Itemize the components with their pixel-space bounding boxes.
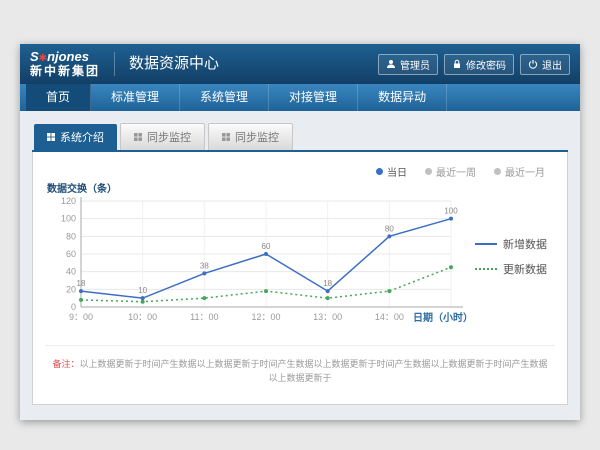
line-sample-icon [475, 243, 497, 245]
nav-item-home[interactable]: 首页 [26, 84, 91, 111]
power-icon [528, 59, 538, 69]
svg-text:120: 120 [61, 196, 76, 206]
svg-text:9：00: 9：00 [69, 312, 93, 322]
app-header: S✱njones 新中新集团 数据资源中心 管理员 修改密码 退出 [20, 44, 580, 84]
svg-text:18: 18 [77, 279, 86, 288]
page-title: 数据资源中心 [114, 52, 219, 76]
footnote: 备注：以上数据更新于时间产生数据以上数据更新于时间产生数据以上数据更新于时间产生… [45, 345, 555, 385]
svg-text:日期（小时）: 日期（小时） [413, 311, 473, 324]
app-window: S✱njones 新中新集团 数据资源中心 管理员 修改密码 退出 首页 标准管… [20, 44, 580, 420]
grid-icon [47, 133, 55, 141]
grid-icon [134, 133, 142, 141]
svg-text:10：00: 10：00 [128, 312, 157, 322]
svg-text:100: 100 [61, 214, 76, 224]
admin-button[interactable]: 管理员 [378, 54, 438, 75]
svg-text:13：00: 13：00 [313, 312, 342, 322]
legend-label: 更新数据 [503, 261, 547, 277]
nav-item-standard-mgmt[interactable]: 标准管理 [91, 84, 180, 111]
svg-text:60: 60 [262, 242, 271, 251]
user-icon [386, 59, 396, 69]
nav-item-connect-mgmt[interactable]: 对接管理 [269, 84, 358, 111]
filter-today[interactable]: 当日 [376, 164, 407, 179]
dot-icon [494, 168, 501, 175]
svg-text:100: 100 [444, 207, 458, 216]
logout-label: 退出 [542, 57, 562, 72]
footnote-text: 以上数据更新于时间产生数据以上数据更新于时间产生数据以上数据更新于时间产生数据以… [80, 359, 548, 383]
dot-icon [425, 168, 432, 175]
svg-text:80: 80 [385, 224, 394, 233]
filter-label: 当日 [387, 164, 407, 179]
svg-text:20: 20 [66, 284, 76, 294]
svg-text:12：00: 12：00 [251, 312, 280, 322]
svg-text:10: 10 [138, 286, 147, 295]
dot-icon [376, 168, 383, 175]
tab-bar: 系统介绍 同步监控 同步监控 [32, 123, 568, 152]
legend-item-new-data: 新增数据 [475, 236, 555, 252]
series-legend: 新增数据 更新数据 [475, 227, 555, 286]
svg-text:18: 18 [323, 279, 332, 288]
change-password-label: 修改密码 [466, 57, 506, 72]
nav-item-data-change[interactable]: 数据异动 [358, 84, 447, 111]
svg-text:38: 38 [200, 261, 209, 270]
filter-last-week[interactable]: 最近一周 [425, 164, 476, 179]
svg-text:80: 80 [66, 231, 76, 241]
logout-button[interactable]: 退出 [520, 54, 570, 75]
line-chart: 0 20 40 60 80 100 120 9：00 10：00 11：00 12：00 13：00 1… [45, 181, 475, 331]
user-actions: 管理员 修改密码 退出 [378, 54, 570, 75]
legend-item-update-data: 更新数据 [475, 261, 555, 277]
range-filters: 当日 最近一周 最近一月 [45, 162, 555, 181]
svg-text:14：00: 14：00 [375, 312, 404, 322]
tab-label: 同步监控 [147, 129, 191, 145]
tab-label: 同步监控 [235, 129, 279, 145]
change-password-button[interactable]: 修改密码 [444, 54, 514, 75]
main-nav: 首页 标准管理 系统管理 对接管理 数据异动 [20, 84, 580, 111]
logo: S✱njones 新中新集团 [30, 50, 100, 77]
tab-label: 系统介绍 [60, 129, 104, 145]
lock-icon [452, 59, 462, 69]
filter-last-month[interactable]: 最近一月 [494, 164, 545, 179]
svg-text:数据交换（条）: 数据交换（条） [47, 182, 117, 195]
grid-icon [222, 133, 230, 141]
logo-subtitle: 新中新集团 [30, 65, 100, 78]
footnote-prefix: 备注： [52, 359, 79, 369]
line-sample-icon [475, 268, 497, 270]
svg-text:40: 40 [66, 267, 76, 277]
svg-text:0: 0 [71, 302, 76, 312]
svg-text:60: 60 [66, 249, 76, 259]
logo-star-icon: ✱ [39, 53, 47, 64]
tab-system-intro[interactable]: 系统介绍 [34, 124, 117, 150]
filter-label: 最近一月 [505, 164, 545, 179]
nav-item-system-mgmt[interactable]: 系统管理 [180, 84, 269, 111]
tab-sync-monitor-1[interactable]: 同步监控 [120, 123, 205, 150]
filter-label: 最近一周 [436, 164, 476, 179]
tab-sync-monitor-2[interactable]: 同步监控 [208, 123, 293, 150]
admin-label: 管理员 [400, 57, 430, 72]
logo-wordmark: S✱njones [30, 50, 100, 64]
content-area: 系统介绍 同步监控 同步监控 当日 最近一周 最近一月 0 20 40 60 80 100… [20, 111, 580, 420]
chart-row: 0 20 40 60 80 100 120 9：00 10：00 11：00 12：00 13：00 1… [45, 181, 555, 331]
svg-text:11：00: 11：00 [190, 312, 218, 322]
legend-label: 新增数据 [503, 236, 547, 252]
chart-card: 当日 最近一周 最近一月 0 20 40 60 80 100 120 9：00 10：00 11：… [32, 152, 568, 405]
